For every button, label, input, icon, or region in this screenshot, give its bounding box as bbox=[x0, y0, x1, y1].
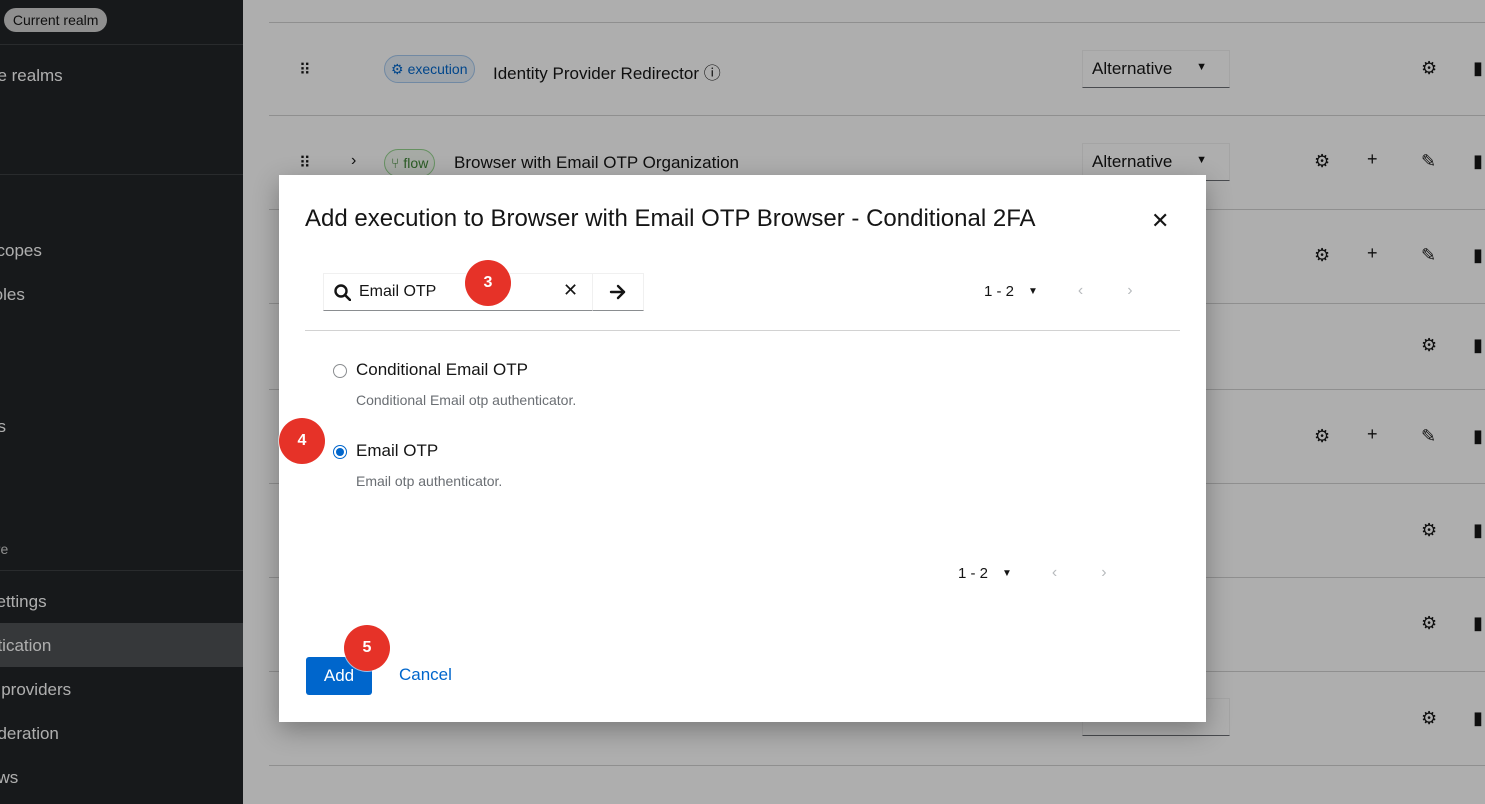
search-input-group bbox=[323, 273, 593, 311]
pagination-range[interactable]: 1 - 2 bbox=[984, 283, 1014, 300]
step-3-badge: 3 bbox=[465, 260, 511, 306]
search-submit-button[interactable] bbox=[592, 273, 644, 311]
search-input[interactable] bbox=[357, 282, 551, 302]
close-icon[interactable]: ✕ bbox=[1151, 208, 1169, 234]
option-label[interactable]: Email OTP bbox=[356, 441, 438, 461]
option-description: Email otp authenticator. bbox=[356, 473, 503, 489]
chevron-right-icon[interactable]: › bbox=[1127, 282, 1132, 300]
pagination-top: 1 - 2 ▼ ‹ › bbox=[984, 282, 1133, 300]
radio-email-otp[interactable] bbox=[333, 445, 347, 459]
modal-title: Add execution to Browser with Email OTP … bbox=[305, 205, 1036, 232]
radio-conditional-email-otp[interactable] bbox=[333, 364, 347, 378]
option-description: Conditional Email otp authenticator. bbox=[356, 392, 577, 408]
step-5-badge: 5 bbox=[344, 625, 390, 671]
chevron-left-icon[interactable]: ‹ bbox=[1078, 282, 1083, 300]
chevron-right-icon[interactable]: › bbox=[1101, 564, 1106, 582]
pagination-range[interactable]: 1 - 2 bbox=[958, 565, 988, 582]
chevron-left-icon[interactable]: ‹ bbox=[1052, 564, 1057, 582]
add-execution-modal: Add execution to Browser with Email OTP … bbox=[279, 175, 1206, 722]
caret-down-icon[interactable]: ▼ bbox=[1028, 286, 1038, 297]
clear-search-icon[interactable]: ✕ bbox=[563, 280, 578, 301]
arrow-right-icon bbox=[609, 284, 626, 300]
cancel-button[interactable]: Cancel bbox=[399, 665, 452, 685]
search-icon bbox=[334, 283, 351, 301]
modal-divider bbox=[305, 330, 1180, 331]
pagination-bottom: 1 - 2 ▼ ‹ › bbox=[958, 564, 1107, 582]
step-4-badge: 4 bbox=[279, 418, 325, 464]
caret-down-icon[interactable]: ▼ bbox=[1002, 568, 1012, 579]
option-label[interactable]: Conditional Email OTP bbox=[356, 360, 528, 380]
